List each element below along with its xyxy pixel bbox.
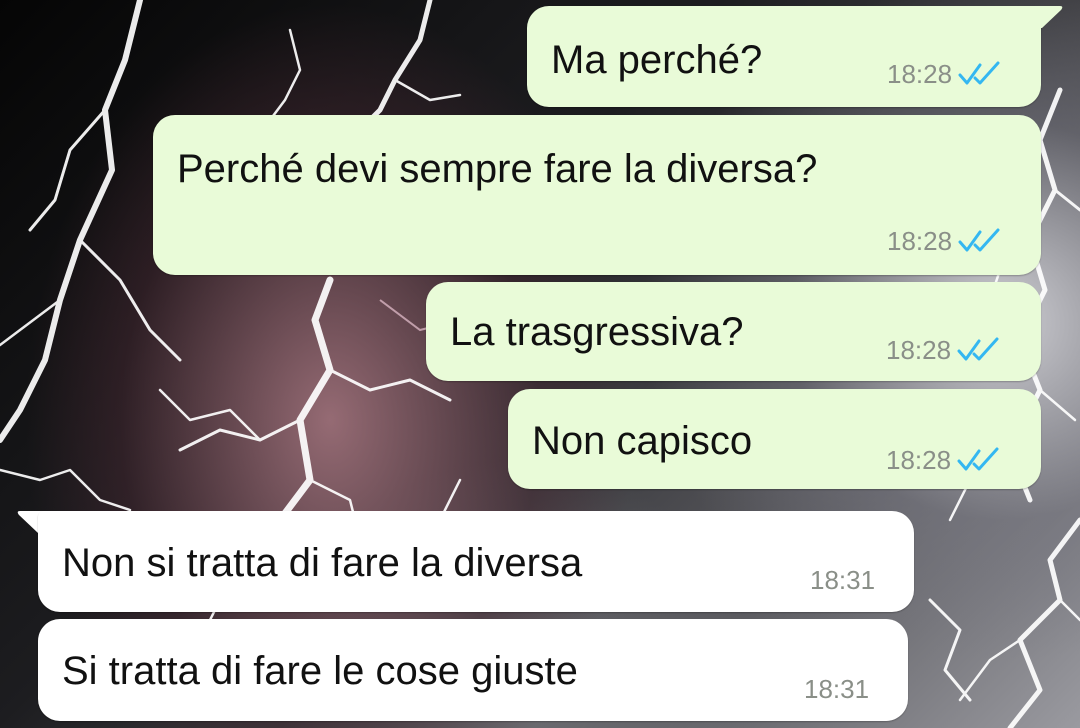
double-check-icon (958, 228, 1000, 252)
message-timestamp: 18:31 (804, 674, 870, 704)
message-bubble-incoming[interactable]: Non si tratta di fare la diversa 18:31 (38, 511, 914, 612)
message-timestamp: 18:31 (810, 565, 876, 595)
message-bubble-incoming[interactable]: Si tratta di fare le cose giuste 18:31 (38, 619, 908, 721)
message-meta: 18:28 (886, 447, 1001, 473)
message-bubble-outgoing[interactable]: Non capisco 18:28 (508, 389, 1041, 489)
message-bubble-outgoing[interactable]: Perché devi sempre fare la diversa? 18:2… (153, 115, 1041, 275)
double-check-icon (957, 447, 999, 471)
message-meta: 18:31 (804, 676, 869, 702)
message-text: Ma perché? (551, 38, 763, 82)
message-meta: 18:28 (887, 61, 1002, 87)
message-timestamp: 18:28 (886, 335, 952, 365)
message-timestamp: 18:28 (887, 59, 953, 89)
bubble-tail (1030, 6, 1063, 28)
message-meta: 18:28 (887, 228, 1002, 254)
message-text: Perché devi sempre fare la diversa? (177, 147, 818, 191)
message-meta: 18:31 (810, 567, 875, 593)
double-check-icon (958, 61, 1000, 85)
message-timestamp: 18:28 (887, 226, 953, 256)
message-meta: 18:28 (886, 337, 1001, 363)
message-text: Si tratta di fare le cose giuste (62, 649, 578, 693)
double-check-icon (957, 337, 999, 361)
message-text: Non si tratta di fare la diversa (62, 541, 583, 585)
message-text: Non capisco (532, 419, 753, 463)
message-bubble-outgoing[interactable]: La trasgressiva? 18:28 (426, 282, 1041, 381)
message-bubble-outgoing[interactable]: Ma perché? 18:28 (527, 6, 1041, 107)
message-timestamp: 18:28 (886, 445, 952, 475)
message-text: La trasgressiva? (450, 310, 744, 354)
